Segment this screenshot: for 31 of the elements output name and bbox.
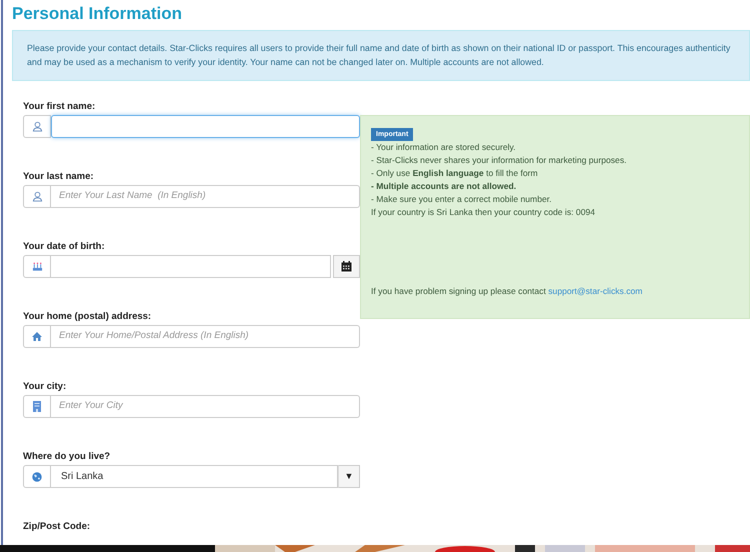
field-label: Your last name: xyxy=(23,171,95,183)
person-icon xyxy=(32,121,42,132)
info-text: - Multiple accounts are not allowed. xyxy=(371,180,518,193)
input-field[interactable]: Enter Your Home/Postal Address (In English) xyxy=(51,325,360,348)
field-label: Where do you live? xyxy=(23,451,112,463)
input-field[interactable] xyxy=(51,255,331,278)
globe-icon xyxy=(32,472,42,482)
notice-text: Please provide your contact details. Star-Clicks requires all users to provide their full name and date of birth as shown on their national ID or passport. This encourages authenticity and may be used as a mechanism to verify your identity. Your name can not be changed later on. Multiple accounts are not allowed. xyxy=(12,30,750,81)
calendar-icon xyxy=(341,261,352,272)
person-icon xyxy=(32,191,42,202)
info-text: - Only use English language to fill the form xyxy=(371,167,539,180)
contact-text: If you have problem signing up please contact xyxy=(371,286,546,296)
info-text: - Make sure you enter a correct mobile number. xyxy=(371,193,553,206)
calendar-button[interactable] xyxy=(333,255,360,278)
info-text: If your country is Sri Lanka then your country code is: 0094 xyxy=(371,206,596,219)
field-label: Zip/Post Code: xyxy=(23,521,92,533)
field-label: Your city: xyxy=(23,381,68,393)
building-icon xyxy=(33,401,41,412)
page-title: Personal Information xyxy=(12,4,184,24)
country-select[interactable]: Sri Lanka xyxy=(51,465,338,488)
house-icon xyxy=(32,332,42,341)
caret-icon[interactable]: ▼ xyxy=(338,465,360,488)
field-label: Your home (postal) address: xyxy=(23,311,152,323)
input-field[interactable]: Enter Your Last Name (In English) xyxy=(51,185,360,208)
info-text: - Star-Clicks never shares your information for marketing purposes. xyxy=(371,154,628,167)
info-text: - Your information are stored securely. xyxy=(371,141,517,154)
input-field[interactable] xyxy=(51,115,360,138)
cake-icon xyxy=(32,262,42,272)
field-label: Your date of birth: xyxy=(23,241,106,253)
input-field[interactable]: Enter Your City xyxy=(51,395,360,418)
field-label: Your first name: xyxy=(23,101,96,113)
